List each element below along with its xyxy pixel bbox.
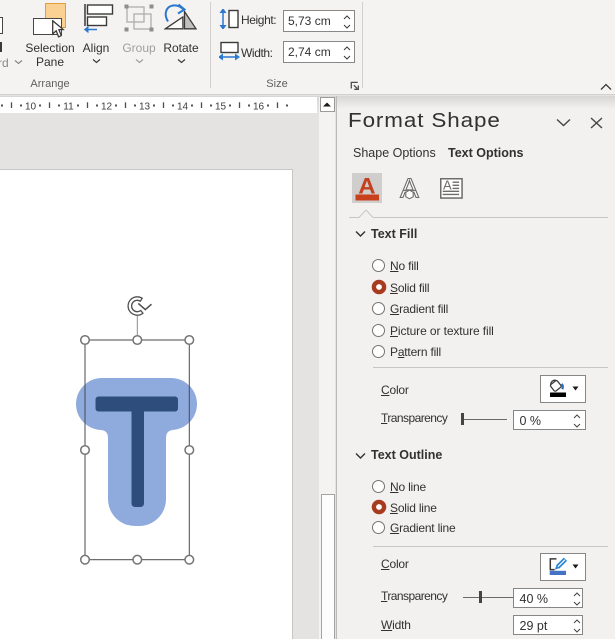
- svg-text:10: 10: [25, 101, 37, 112]
- svg-text:15: 15: [215, 101, 227, 112]
- svg-text:16: 16: [253, 101, 265, 112]
- svg-text:11: 11: [63, 101, 74, 112]
- svg-text:13: 13: [139, 101, 151, 112]
- svg-text:14: 14: [177, 101, 189, 112]
- svg-text:12: 12: [101, 101, 113, 112]
- svg-text:A: A: [443, 178, 452, 193]
